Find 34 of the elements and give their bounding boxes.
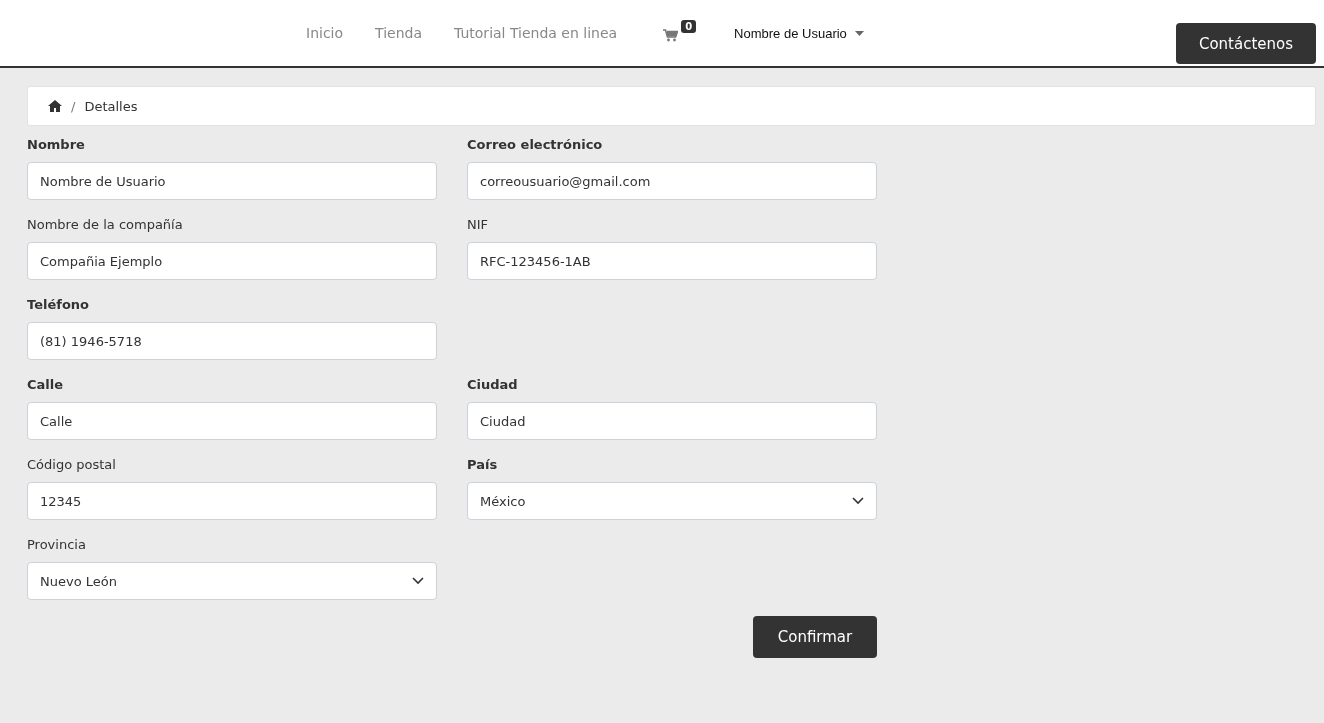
field-label: Correo electrónico xyxy=(467,136,604,154)
text-input-field[interactable]: Compañia Ejemplo xyxy=(27,242,437,280)
breadcrumb-current: Detalles xyxy=(84,98,138,114)
field-label: Teléfono xyxy=(27,296,90,314)
nav-link[interactable]: Inicio xyxy=(306,25,344,41)
text-input-field[interactable]: (81) 1946-5718 xyxy=(27,322,437,360)
field-label: Nombre xyxy=(27,136,86,154)
breadcrumb-separator: / xyxy=(71,98,76,114)
select-dropdown[interactable]: Nuevo León xyxy=(27,562,437,600)
cart-count-badge: 0 xyxy=(681,20,697,33)
text-input-field[interactable]: Nombre de Usuario xyxy=(27,162,437,200)
home-icon[interactable] xyxy=(48,100,62,112)
field-label: Código postal xyxy=(27,456,117,474)
chevron-down-icon xyxy=(852,497,864,505)
text-input-field[interactable]: Calle xyxy=(27,402,437,440)
field-label: País xyxy=(467,456,499,474)
select-dropdown[interactable]: México xyxy=(467,482,877,520)
field-label: Calle xyxy=(27,376,65,394)
nav-link[interactable]: Tutorial Tienda en linea xyxy=(454,25,618,41)
field-label: Provincia xyxy=(27,536,87,554)
text-input-field[interactable]: 12345 xyxy=(27,482,437,520)
field-label: Nombre de la compañía xyxy=(27,216,184,234)
text-input-field[interactable]: RFC-123456-1AB xyxy=(467,242,877,280)
caret-icon xyxy=(854,30,864,36)
text-input-field[interactable]: Ciudad xyxy=(467,402,877,440)
chevron-down-icon xyxy=(412,577,424,585)
text-input-field[interactable]: correousuario@gmail.com xyxy=(467,162,877,200)
user-menu-dropdown[interactable]: Nombre de Usuario xyxy=(734,25,864,41)
field-label: NIF xyxy=(467,216,490,234)
confirm-button[interactable]: Confirmar xyxy=(753,616,877,658)
contact-button[interactable]: Contáctenos xyxy=(1176,23,1316,64)
shopping-cart-icon[interactable] xyxy=(663,29,679,42)
field-label: Ciudad xyxy=(467,376,519,394)
nav-link[interactable]: Tienda xyxy=(375,25,422,41)
